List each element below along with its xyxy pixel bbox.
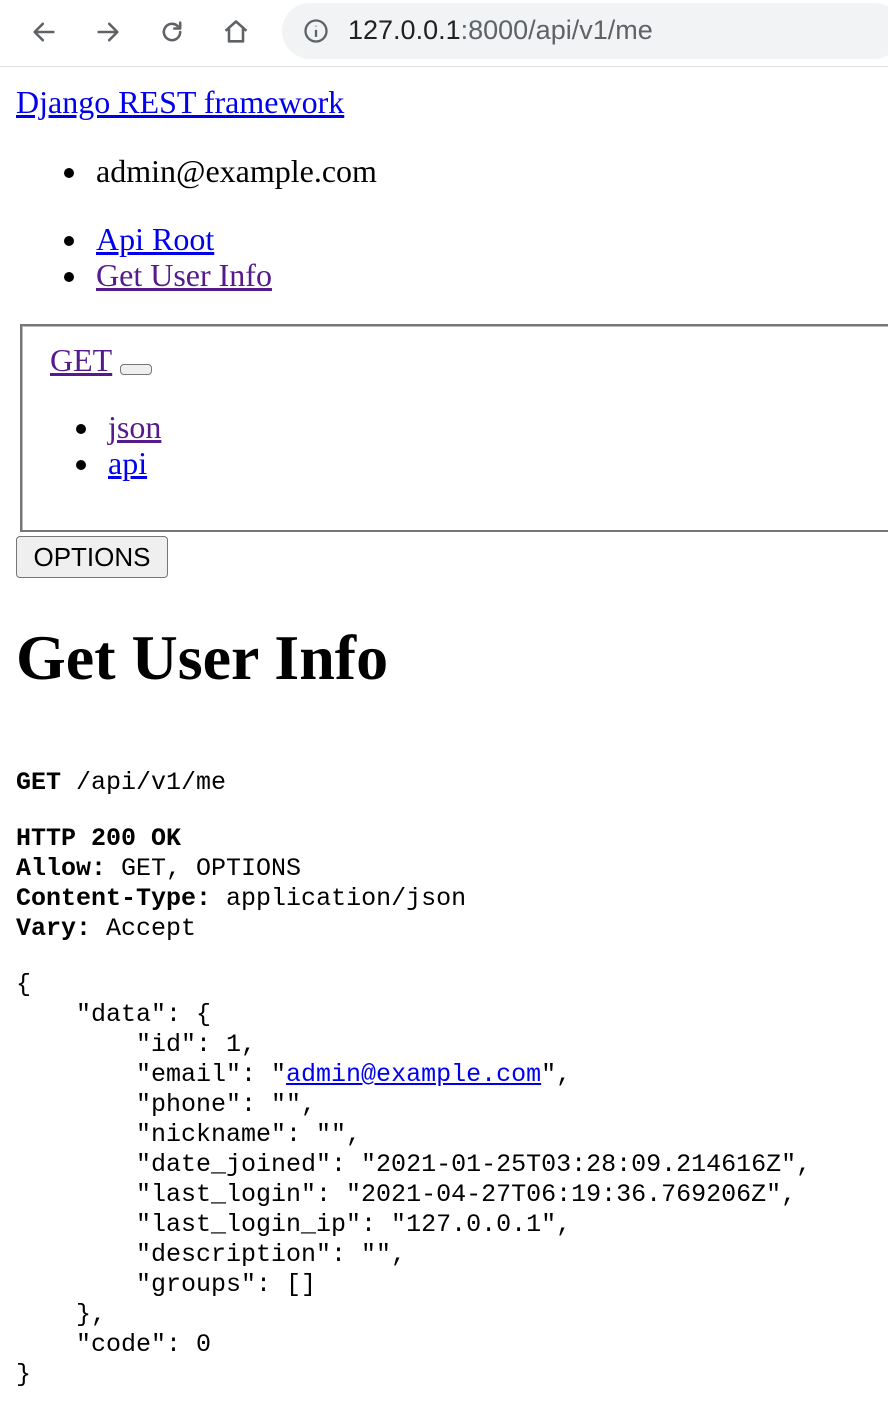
json-line: "groups": []	[16, 1270, 317, 1299]
format-dropdown-toggle[interactable]	[120, 364, 152, 375]
json-line: },	[16, 1300, 107, 1329]
json-line: "last_login": "2021-04-27T06:19:36.76920…	[16, 1180, 797, 1209]
breadcrumb-item: Get User Info	[64, 257, 272, 293]
json-line: "email": "admin@example.com",	[16, 1060, 571, 1089]
header-value: application/json	[211, 884, 467, 913]
json-email-suffix: ",	[541, 1060, 572, 1089]
request-method: GET	[16, 768, 62, 797]
options-button[interactable]: OPTIONS	[16, 536, 168, 578]
address-bar[interactable]: 127.0.0.1:8000/api/v1/me	[282, 3, 888, 59]
json-line: "code": 0	[16, 1330, 212, 1359]
header-value: Accept	[91, 914, 197, 943]
format-item: json	[75, 409, 161, 445]
page-title: Get User Info	[16, 622, 389, 693]
json-line: {	[16, 970, 32, 999]
format-list: json api	[75, 409, 161, 481]
format-json-link[interactable]: json	[108, 409, 161, 445]
json-line: "last_login_ip": "127.0.0.1",	[16, 1210, 572, 1239]
json-line: "data": {	[16, 1000, 212, 1029]
reload-icon[interactable]	[152, 12, 192, 52]
json-line: "phone": "",	[16, 1090, 317, 1119]
header-name: Vary:	[16, 914, 92, 943]
info-icon[interactable]	[302, 17, 330, 45]
user-email: admin@example.com	[64, 153, 377, 189]
get-button[interactable]: GET	[50, 342, 112, 379]
breadcrumb-item: Api Root	[64, 221, 272, 257]
json-line: "description": "",	[16, 1240, 407, 1269]
json-line: "nickname": "",	[16, 1120, 362, 1149]
url-host: 127.0.0.1	[348, 15, 461, 45]
forward-arrow-icon[interactable]	[88, 12, 128, 52]
email-link[interactable]: admin@example.com	[286, 1060, 541, 1089]
home-icon[interactable]	[216, 12, 256, 52]
json-email-prefix: "email": "	[16, 1060, 287, 1089]
back-arrow-icon[interactable]	[24, 12, 64, 52]
json-line: }	[16, 1360, 32, 1389]
breadcrumb-api-root[interactable]: Api Root	[96, 221, 214, 257]
json-line: "id": 1,	[16, 1030, 257, 1059]
json-line: "date_joined": "2021-01-25T03:28:09.2146…	[16, 1150, 812, 1179]
brand-link[interactable]: Django REST framework	[16, 84, 344, 121]
header-value: GET, OPTIONS	[106, 854, 302, 883]
breadcrumb-get-user-info[interactable]: Get User Info	[96, 257, 272, 293]
url-text[interactable]: 127.0.0.1:8000/api/v1/me	[348, 15, 653, 46]
request-path: /api/v1/me	[61, 768, 227, 797]
response-info: GET /api/v1/me HTTP 200 OK Allow: GET, O…	[16, 768, 811, 1390]
header-name: Allow:	[16, 854, 107, 883]
format-api-link[interactable]: api	[108, 445, 147, 481]
user-menu: admin@example.com	[64, 153, 377, 189]
breadcrumb: Api Root Get User Info	[64, 221, 272, 293]
header-name: Content-Type:	[16, 884, 212, 913]
browser-toolbar: 127.0.0.1:8000/api/v1/me	[0, 0, 888, 67]
response-status: HTTP 200 OK	[16, 824, 182, 853]
url-path: :8000/api/v1/me	[460, 15, 653, 45]
request-line: GET /api/v1/me	[16, 768, 226, 797]
format-item: api	[75, 445, 161, 481]
